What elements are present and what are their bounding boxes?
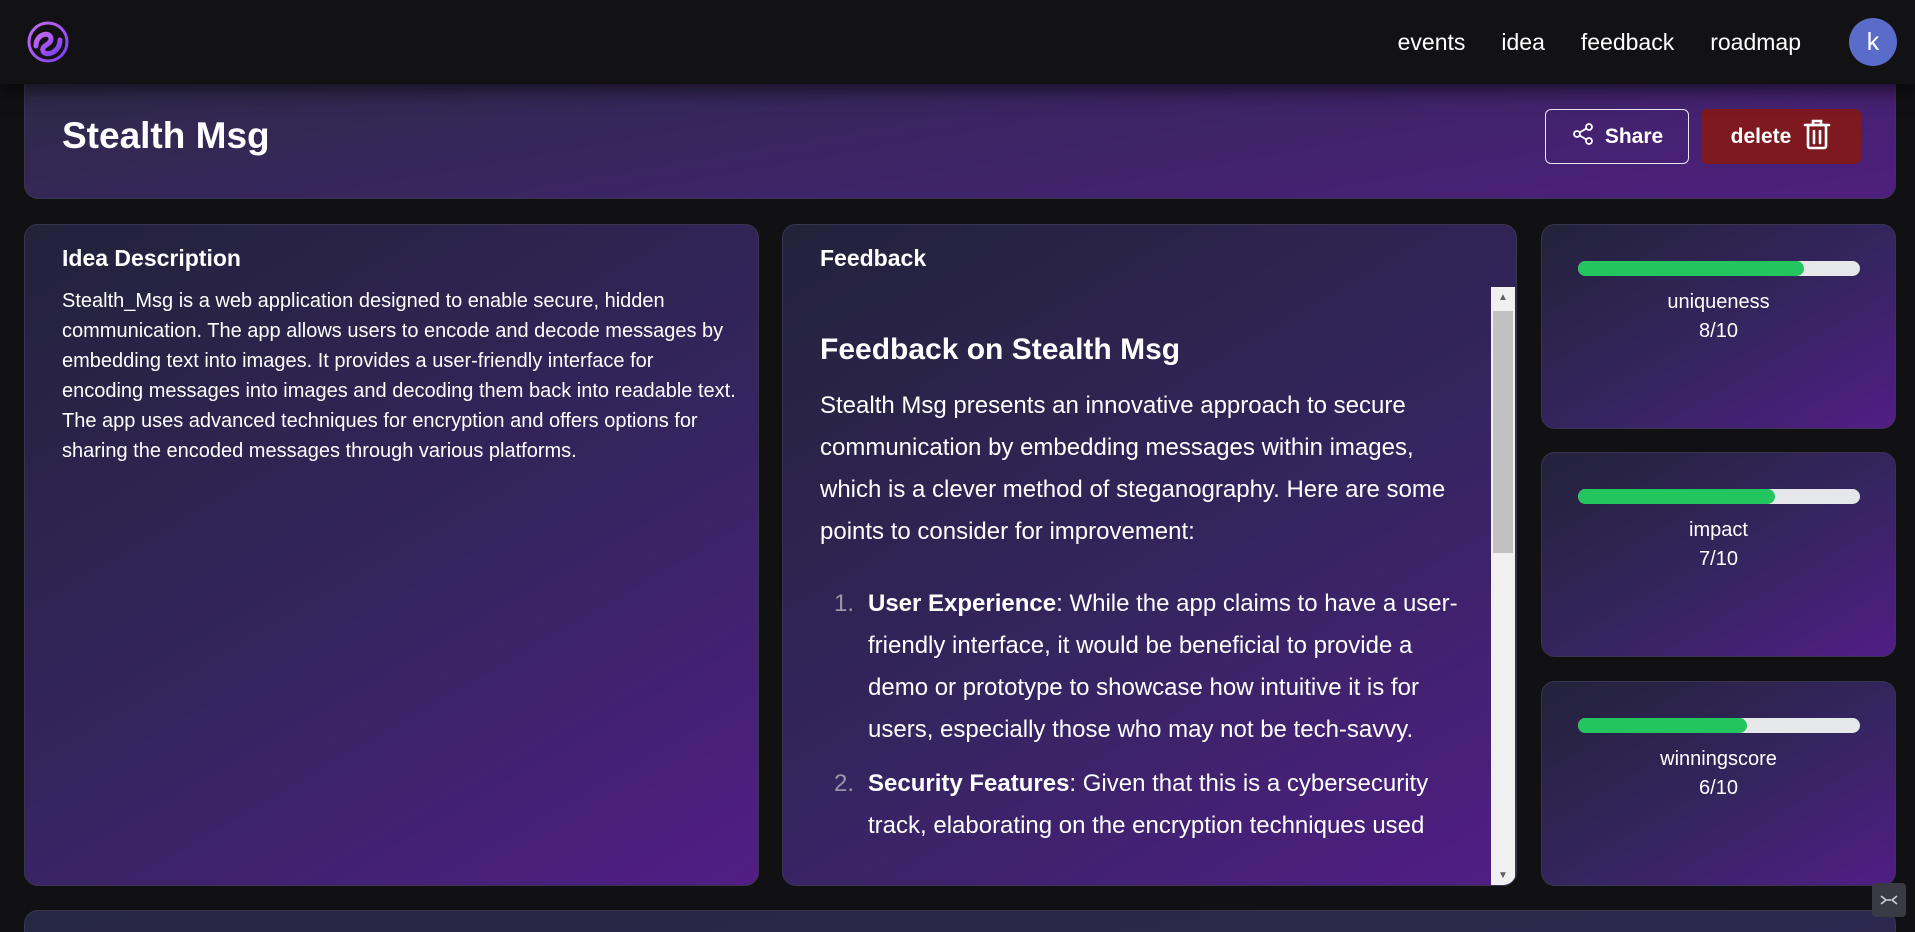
- progress-bar: [1578, 489, 1860, 504]
- user-avatar[interactable]: k: [1849, 18, 1897, 66]
- progress-bar-fill: [1578, 718, 1748, 733]
- share-button[interactable]: Share: [1545, 109, 1689, 164]
- score-card-uniqueness: uniqueness 8/10: [1541, 224, 1896, 429]
- bottom-panel: [24, 910, 1896, 932]
- nav-link-feedback[interactable]: feedback: [1581, 29, 1674, 56]
- feedback-panel: Feedback Feedback on Stealth Msg Stealth…: [782, 224, 1517, 886]
- feedback-scrollbar[interactable]: ▲ ▼: [1491, 287, 1515, 885]
- score-value: 6/10: [1699, 777, 1738, 799]
- score-label: impact: [1689, 519, 1748, 541]
- app-logo-icon[interactable]: [27, 21, 69, 63]
- feedback-intro: Stealth Msg presents an innovative appro…: [820, 392, 1446, 545]
- delete-label: delete: [1730, 124, 1792, 148]
- nav-links: events idea feedback roadmap: [1398, 0, 1801, 84]
- feedback-heading: Feedback: [820, 245, 927, 271]
- nav-link-events[interactable]: events: [1398, 29, 1466, 56]
- scrollbar-thumb[interactable]: [1493, 311, 1513, 553]
- trash-icon: [1803, 118, 1831, 156]
- feedback-list: 1. User Experience: While the app claims…: [820, 583, 1470, 847]
- page-title: Stealth Msg: [62, 115, 270, 156]
- item-title: User Experience: [868, 590, 1057, 617]
- progress-bar-fill: [1578, 489, 1776, 504]
- share-label: Share: [1604, 124, 1664, 148]
- score-value: 8/10: [1699, 320, 1738, 342]
- list-item: 1. User Experience: While the app claims…: [820, 583, 1470, 751]
- scroll-up-arrow-icon[interactable]: ▲: [1491, 287, 1515, 307]
- nav-link-roadmap[interactable]: roadmap: [1710, 29, 1801, 56]
- top-navbar: events idea feedback roadmap k: [0, 0, 1915, 84]
- item-title: Security Features: [868, 770, 1070, 797]
- list-number: 2.: [833, 770, 854, 797]
- collapse-icon[interactable]: [1872, 883, 1906, 917]
- score-card-winningscore: winningscore 6/10: [1541, 681, 1896, 886]
- score-label: uniqueness: [1667, 291, 1770, 313]
- progress-bar-fill: [1578, 261, 1804, 276]
- nav-link-idea[interactable]: idea: [1501, 29, 1544, 56]
- score-card-impact: impact 7/10: [1541, 452, 1896, 657]
- feedback-title: Feedback on Stealth Msg: [820, 333, 1181, 366]
- idea-header: Stealth Msg Share delete: [24, 80, 1896, 199]
- progress-bar: [1578, 261, 1860, 276]
- idea-description-panel: Idea Description Stealth_Msg is a web ap…: [24, 224, 759, 886]
- score-value: 7/10: [1699, 548, 1738, 570]
- share-icon: [1571, 122, 1595, 152]
- score-label: winningscore: [1660, 748, 1777, 770]
- scroll-down-arrow-icon[interactable]: ▼: [1491, 865, 1515, 885]
- description-text: Stealth_Msg is a web application designe…: [62, 290, 736, 462]
- list-item: 2. Security Features: Given that this is…: [820, 763, 1470, 847]
- progress-bar: [1578, 718, 1860, 733]
- delete-button[interactable]: delete: [1701, 109, 1861, 164]
- list-number: 1.: [833, 590, 854, 617]
- feedback-scroll-area[interactable]: Feedback on Stealth Msg Stealth Msg pres…: [820, 287, 1470, 885]
- description-heading: Idea Description: [62, 245, 241, 271]
